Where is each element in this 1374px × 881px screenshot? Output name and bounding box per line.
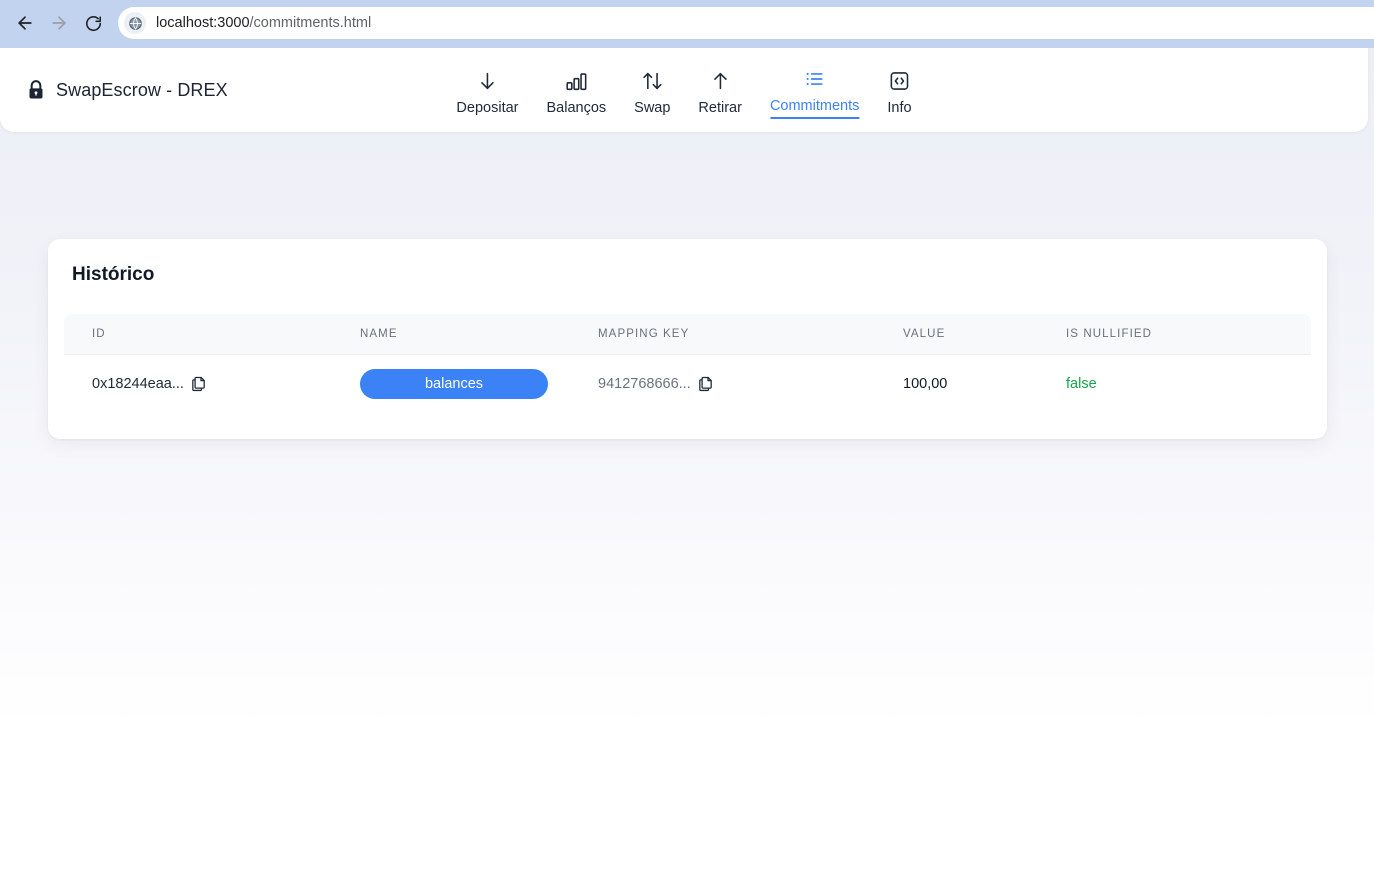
column-header-mapping-key: MAPPING KEY: [598, 328, 690, 340]
cell-mapping-key: 9412768666...: [598, 354, 903, 413]
nav-label-info: Info: [887, 99, 912, 116]
table-head: ID NAME MAPPING KEY VALUE IS NULLIFIED: [64, 314, 1311, 355]
code-brackets-icon: [888, 68, 910, 94]
app-header: SwapEscrow - DREX Depositar Balanços Swa…: [0, 48, 1368, 132]
column-header-name: NAME: [360, 328, 398, 340]
commitments-table-wrapper: ID NAME MAPPING KEY VALUE IS NULLIFIED 0…: [64, 314, 1311, 413]
nav-item-commitments[interactable]: Commitments: [756, 62, 873, 119]
brand: SwapEscrow - DREX: [26, 79, 228, 101]
globe-icon: [128, 16, 142, 30]
arrow-up-icon: [709, 68, 731, 94]
nav-label-depositar: Depositar: [456, 99, 519, 116]
historico-card: Histórico ID NAME MAPPING KEY VALUE IS N…: [48, 239, 1327, 439]
nav-item-swap[interactable]: Swap: [620, 64, 684, 119]
browser-reload-button[interactable]: [76, 6, 110, 40]
is-nullified-text: false: [1066, 375, 1097, 392]
nav-item-info[interactable]: Info: [873, 64, 925, 119]
column-header-is-nullified: IS NULLIFIED: [1066, 328, 1153, 340]
page-viewport: SwapEscrow - DREX Depositar Balanços Swa…: [0, 48, 1374, 881]
address-bar[interactable]: localhost:3000/commitments.html: [118, 7, 1374, 39]
nav-label-swap: Swap: [634, 99, 671, 116]
cell-is-nullified: false: [1066, 354, 1311, 413]
cell-name: balances: [360, 354, 598, 413]
nav-item-balancos[interactable]: Balanços: [532, 64, 620, 119]
table-body: 0x18244eaa... balances 9412768666... 100…: [64, 354, 1311, 413]
nav-label-retirar: Retirar: [698, 99, 742, 116]
copy-icon[interactable]: [189, 374, 209, 394]
commitments-table: ID NAME MAPPING KEY VALUE IS NULLIFIED 0…: [64, 314, 1311, 413]
address-bar-text: localhost:3000/commitments.html: [156, 15, 372, 31]
arrows-swap-icon: [640, 68, 664, 94]
column-header-id: ID: [92, 328, 106, 340]
arrow-down-icon: [476, 68, 498, 94]
name-badge[interactable]: balances: [360, 368, 548, 399]
forward-arrow-icon: [52, 16, 66, 30]
bar-chart-icon: [564, 68, 588, 94]
favicon: [124, 12, 146, 34]
nav-label-commitments: Commitments: [769, 97, 860, 119]
lock-icon: [29, 80, 43, 99]
reload-icon: [85, 15, 101, 31]
back-arrow-icon: [18, 16, 32, 30]
cell-value: 100,00: [903, 354, 1066, 413]
brand-title: SwapEscrow - DREX: [56, 79, 228, 100]
mapping-key-text: 9412768666...: [598, 375, 691, 392]
main-nav: Depositar Balanços Swap Retirar Commitme…: [442, 62, 925, 119]
column-header-value: VALUE: [903, 328, 946, 340]
commitment-id-text: 0x18244eaa...: [92, 375, 184, 392]
browser-back-button[interactable]: [8, 6, 42, 40]
browser-forward-button[interactable]: [42, 6, 76, 40]
browser-chrome: localhost:3000/commitments.html: [0, 0, 1374, 46]
value-text: 100,00: [903, 375, 948, 392]
table-header-row: ID NAME MAPPING KEY VALUE IS NULLIFIED: [64, 314, 1311, 355]
cell-id: 0x18244eaa...: [64, 354, 360, 413]
nav-item-depositar[interactable]: Depositar: [442, 64, 532, 119]
card-title: Histórico: [72, 264, 155, 285]
list-icon: [804, 66, 826, 92]
table-row: 0x18244eaa... balances 9412768666... 100…: [64, 354, 1311, 413]
nav-item-retirar[interactable]: Retirar: [684, 64, 756, 119]
copy-icon[interactable]: [696, 374, 716, 394]
nav-label-balancos: Balanços: [546, 99, 607, 116]
